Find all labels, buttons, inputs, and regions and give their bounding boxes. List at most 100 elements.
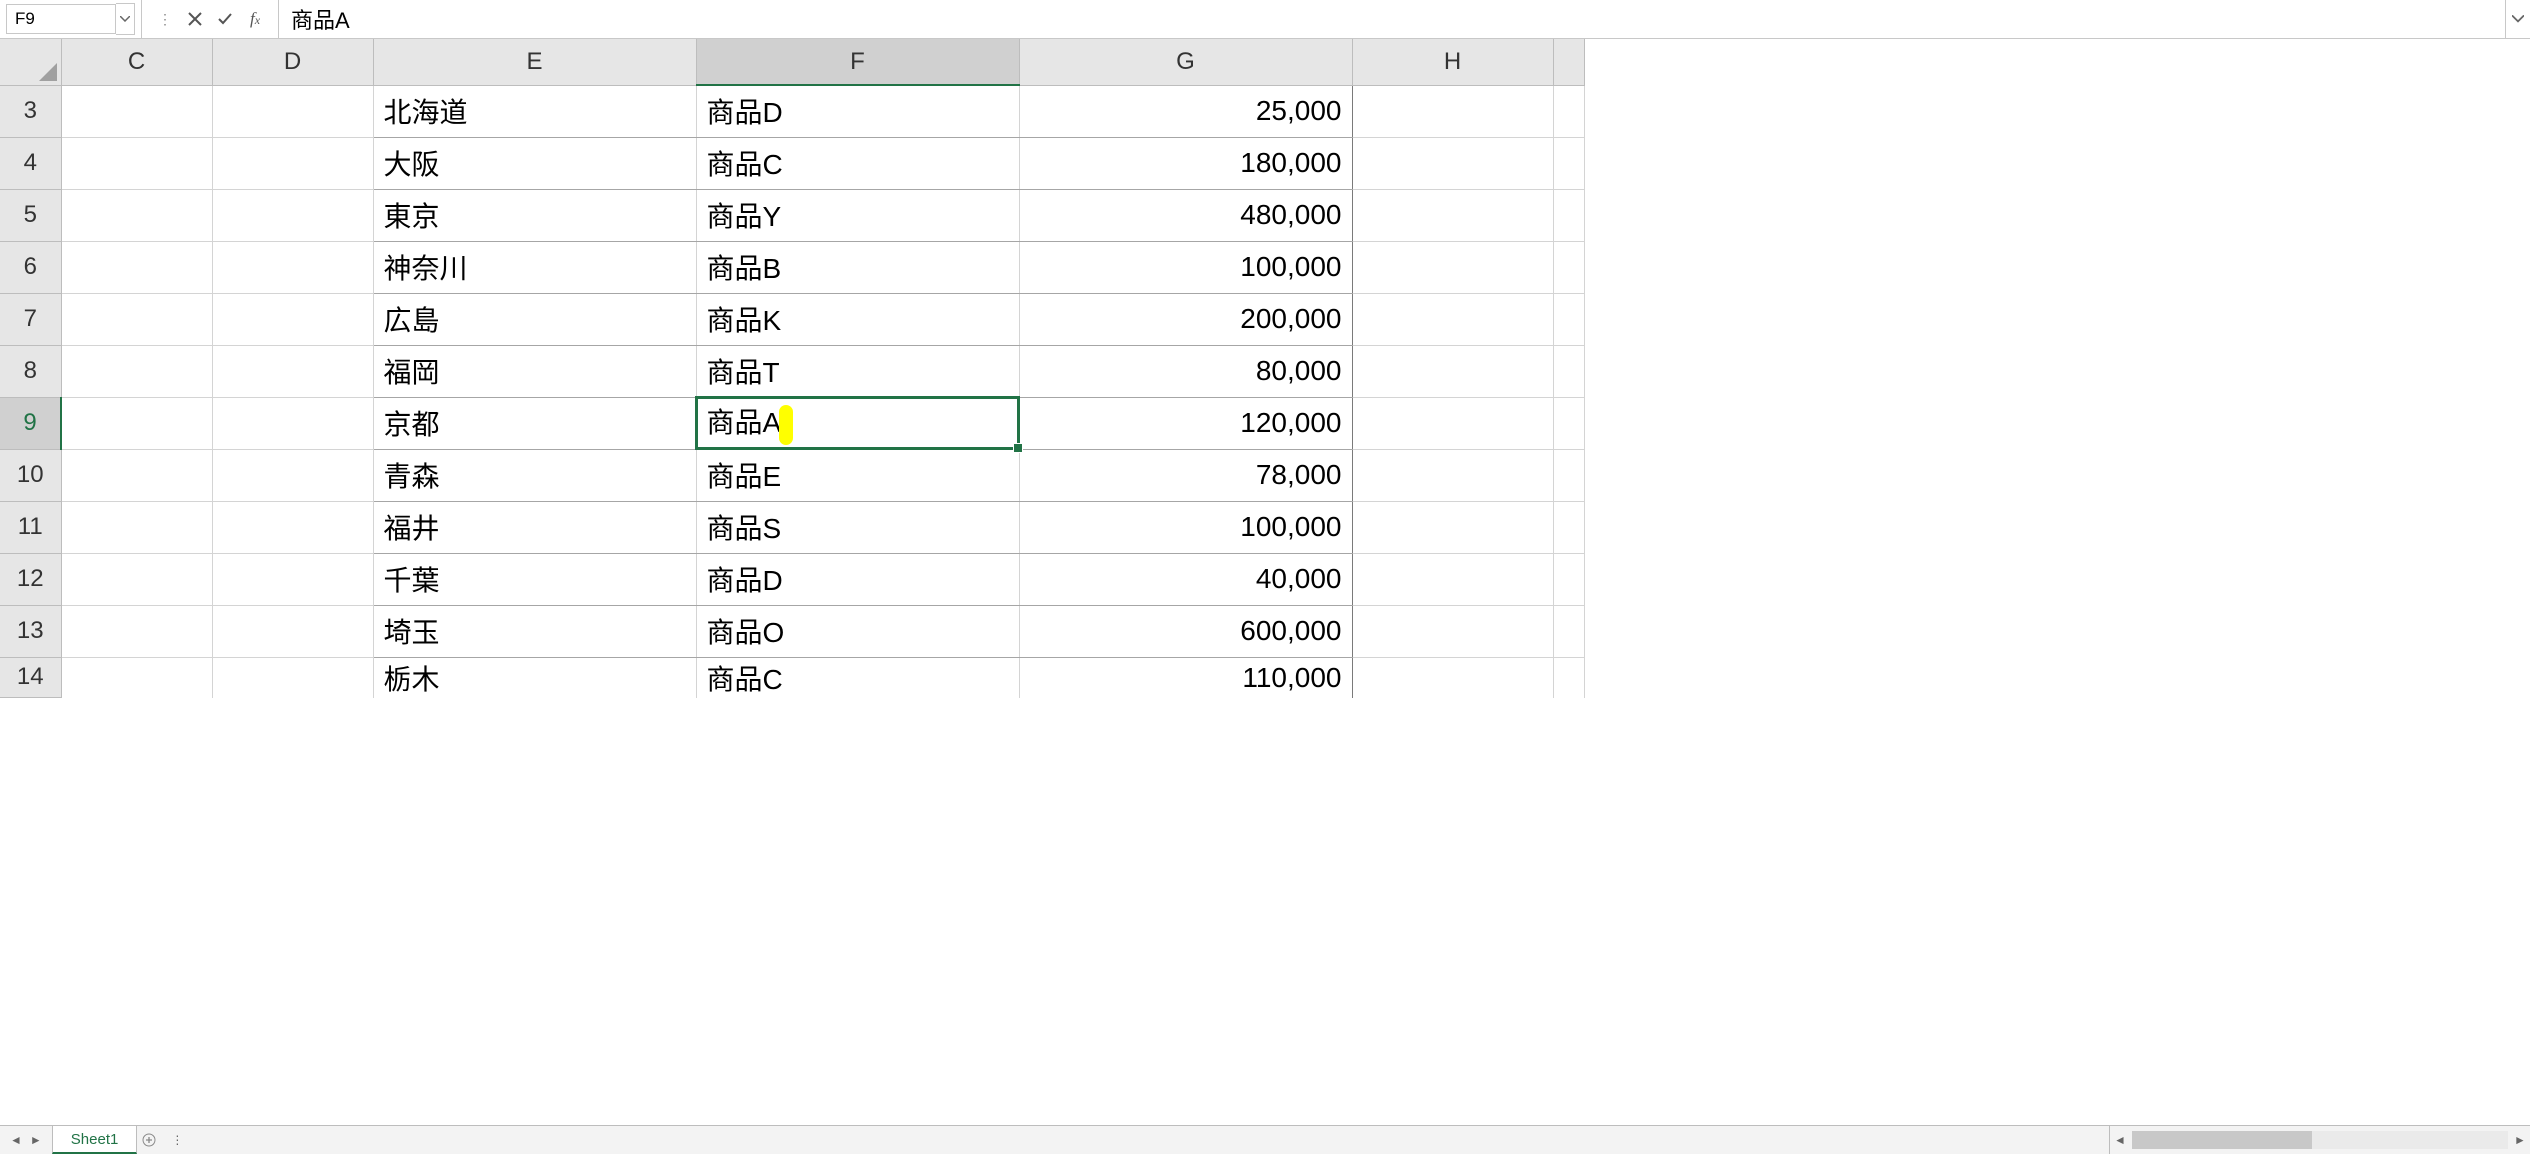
cell[interactable]: [212, 85, 373, 137]
cell[interactable]: 商品C: [696, 137, 1019, 189]
cell[interactable]: 大阪: [373, 137, 696, 189]
cell[interactable]: 商品C: [696, 657, 1019, 698]
cell[interactable]: [61, 241, 212, 293]
cell[interactable]: [1352, 501, 1553, 553]
cell[interactable]: [61, 449, 212, 501]
cell[interactable]: [1352, 397, 1553, 449]
scroll-right-icon[interactable]: ►: [2510, 1133, 2530, 1147]
cell[interactable]: 商品B: [696, 241, 1019, 293]
formula-bar-menu-icon[interactable]: ⋮: [150, 11, 180, 28]
cell[interactable]: [1352, 293, 1553, 345]
row-header[interactable]: 12: [0, 553, 61, 605]
formula-input[interactable]: 商品A: [279, 0, 2505, 38]
cell[interactable]: 商品D: [696, 553, 1019, 605]
cell[interactable]: [1553, 137, 1584, 189]
name-box[interactable]: F9: [6, 4, 116, 34]
cell[interactable]: [1553, 553, 1584, 605]
row-header[interactable]: 14: [0, 657, 61, 698]
cell[interactable]: [1553, 241, 1584, 293]
row-header[interactable]: 13: [0, 605, 61, 657]
cell[interactable]: 商品S: [696, 501, 1019, 553]
cell[interactable]: [1352, 657, 1553, 698]
cell[interactable]: [61, 293, 212, 345]
cell[interactable]: [61, 605, 212, 657]
cell[interactable]: [1553, 345, 1584, 397]
cell[interactable]: 福岡: [373, 345, 696, 397]
cell[interactable]: 商品E: [696, 449, 1019, 501]
cell[interactable]: [1352, 449, 1553, 501]
scrollbar-thumb[interactable]: [2132, 1131, 2312, 1149]
cell[interactable]: [212, 449, 373, 501]
cell[interactable]: 40,000: [1019, 553, 1352, 605]
column-header-G[interactable]: G: [1019, 39, 1352, 85]
cell[interactable]: 東京: [373, 189, 696, 241]
cell[interactable]: [212, 293, 373, 345]
cell[interactable]: 商品A: [696, 397, 1019, 449]
row-header[interactable]: 6: [0, 241, 61, 293]
cell[interactable]: 京都: [373, 397, 696, 449]
cell[interactable]: [212, 397, 373, 449]
cell[interactable]: 神奈川: [373, 241, 696, 293]
cell[interactable]: [61, 137, 212, 189]
cell[interactable]: [1352, 241, 1553, 293]
cell[interactable]: [1553, 605, 1584, 657]
formula-bar-expand-button[interactable]: [2505, 0, 2530, 38]
column-header-H[interactable]: H: [1352, 39, 1553, 85]
name-box-dropdown[interactable]: [116, 3, 135, 35]
cell[interactable]: 25,000: [1019, 85, 1352, 137]
cell[interactable]: [1553, 501, 1584, 553]
select-all-corner[interactable]: [0, 39, 61, 85]
column-header-F[interactable]: F: [696, 39, 1019, 85]
cell[interactable]: [1352, 137, 1553, 189]
row-header[interactable]: 11: [0, 501, 61, 553]
cell[interactable]: [61, 345, 212, 397]
cell[interactable]: 商品T: [696, 345, 1019, 397]
cell[interactable]: [61, 189, 212, 241]
cancel-edit-button[interactable]: [180, 4, 210, 34]
cell[interactable]: 商品Y: [696, 189, 1019, 241]
cell[interactable]: [1553, 293, 1584, 345]
cell[interactable]: 福井: [373, 501, 696, 553]
column-header-D[interactable]: D: [212, 39, 373, 85]
cell[interactable]: [1352, 189, 1553, 241]
cell[interactable]: [61, 553, 212, 605]
spreadsheet-grid[interactable]: CDEFGH 3北海道商品D25,0004大阪商品C180,0005東京商品Y4…: [0, 39, 2530, 1125]
insert-function-button[interactable]: fx: [240, 4, 270, 34]
cell[interactable]: 200,000: [1019, 293, 1352, 345]
cell[interactable]: [212, 189, 373, 241]
cell[interactable]: [1553, 397, 1584, 449]
cell[interactable]: [1553, 449, 1584, 501]
column-header-C[interactable]: C: [61, 39, 212, 85]
sheet-tab-active[interactable]: Sheet1: [52, 1126, 138, 1154]
cell[interactable]: 78,000: [1019, 449, 1352, 501]
sheet-nav-next-icon[interactable]: ►: [28, 1131, 44, 1149]
cell[interactable]: 商品D: [696, 85, 1019, 137]
cell[interactable]: [61, 85, 212, 137]
cell[interactable]: 100,000: [1019, 501, 1352, 553]
cell[interactable]: 480,000: [1019, 189, 1352, 241]
cell[interactable]: [1553, 189, 1584, 241]
sheet-tab-menu[interactable]: ⋮: [161, 1126, 193, 1154]
sheet-nav-buttons[interactable]: ◄ ►: [0, 1126, 52, 1154]
cell[interactable]: 600,000: [1019, 605, 1352, 657]
cell[interactable]: [212, 657, 373, 698]
cell[interactable]: [1352, 605, 1553, 657]
cell[interactable]: [212, 137, 373, 189]
cell[interactable]: 栃木: [373, 657, 696, 698]
cell[interactable]: [212, 553, 373, 605]
cell[interactable]: 80,000: [1019, 345, 1352, 397]
row-header[interactable]: 5: [0, 189, 61, 241]
cell[interactable]: 110,000: [1019, 657, 1352, 698]
cell[interactable]: [61, 397, 212, 449]
cell[interactable]: 広島: [373, 293, 696, 345]
cell[interactable]: 北海道: [373, 85, 696, 137]
row-header[interactable]: 3: [0, 85, 61, 137]
cell[interactable]: [1352, 85, 1553, 137]
scrollbar-track[interactable]: [2132, 1131, 2508, 1149]
horizontal-scrollbar[interactable]: ◄ ►: [2109, 1126, 2530, 1154]
cell[interactable]: 商品O: [696, 605, 1019, 657]
scroll-left-icon[interactable]: ◄: [2110, 1133, 2130, 1147]
cell[interactable]: 青森: [373, 449, 696, 501]
row-header[interactable]: 9: [0, 397, 61, 449]
cell[interactable]: 100,000: [1019, 241, 1352, 293]
